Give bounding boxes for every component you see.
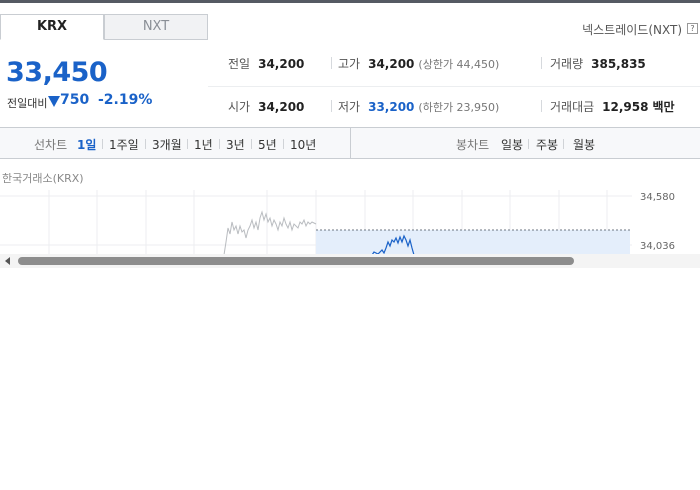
candle-chart-label: 봉차트	[456, 138, 490, 152]
stat-value: 33,200	[368, 100, 415, 114]
scroll-left-icon[interactable]	[5, 257, 10, 265]
stat-high: 고가 34,200 (상한가 44,450)	[338, 55, 499, 72]
nxt-link[interactable]: 넥스트레이드(NXT)	[582, 21, 682, 38]
stat-sub: (하한가 23,950)	[418, 101, 500, 114]
exchange-label: 한국거래소(KRX)	[2, 172, 84, 185]
stat-separator	[541, 100, 542, 112]
stat-value: 12,958	[602, 100, 649, 114]
period-1d[interactable]: 1일	[77, 136, 96, 153]
stat-value: 385,835	[591, 57, 646, 71]
period-separator	[219, 139, 220, 149]
period-separator	[251, 139, 252, 149]
stat-prev-close: 전일 34,200	[228, 55, 304, 72]
period-3m[interactable]: 3개월	[152, 136, 182, 153]
help-icon[interactable]: ?	[687, 23, 698, 34]
stat-label: 시가	[228, 100, 251, 114]
below-prev-close-fill	[316, 230, 630, 255]
stats-divider	[208, 86, 700, 87]
tab-krx[interactable]: KRX	[0, 14, 104, 40]
stat-label: 거래대금	[550, 100, 595, 114]
stat-label: 고가	[338, 57, 361, 71]
y-tick-label: 34,036	[640, 241, 675, 252]
period-separator	[528, 139, 529, 149]
candle-monthly[interactable]: 월봉	[573, 136, 595, 153]
period-bar: 선차트 1일 1주일 3개월 1년 3년 5년 10년 봉차트 일봉 주봉 월봉	[0, 127, 700, 159]
stat-unit: 백만	[652, 100, 675, 114]
stat-separator	[331, 100, 332, 112]
period-bar-divider	[350, 128, 351, 158]
period-3y[interactable]: 3년	[226, 136, 245, 153]
price-chart[interactable]: 34,580 34,036	[0, 190, 700, 255]
stat-value: 34,200	[258, 100, 305, 114]
stat-amount: 거래대금 12,958 백만	[550, 98, 675, 115]
chart-scrollbar-thumb[interactable]	[18, 257, 574, 265]
current-price: 33,450	[6, 57, 108, 88]
chart-svg: 34,580 34,036	[0, 190, 675, 255]
stat-volume: 거래량 385,835	[550, 55, 646, 72]
stat-open: 시가 34,200	[228, 98, 304, 115]
gray-series-line	[223, 210, 317, 255]
change-percent: -2.19%	[98, 92, 153, 108]
y-tick-label: 34,580	[640, 192, 675, 203]
period-separator	[145, 139, 146, 149]
period-10y[interactable]: 10년	[290, 136, 316, 153]
change-label: 전일대비	[7, 97, 48, 110]
top-border	[0, 0, 700, 3]
stat-label: 저가	[338, 100, 361, 114]
line-chart-label: 선차트	[34, 138, 68, 152]
stat-sub: (상한가 44,450)	[418, 58, 500, 71]
period-1w[interactable]: 1주일	[109, 136, 139, 153]
period-separator	[283, 139, 284, 149]
period-separator	[187, 139, 188, 149]
tab-nxt[interactable]: NXT	[104, 14, 208, 40]
stat-label: 거래량	[550, 57, 584, 71]
down-arrow-icon	[48, 96, 60, 107]
period-1y[interactable]: 1년	[194, 136, 213, 153]
period-5y[interactable]: 5년	[258, 136, 277, 153]
candle-daily[interactable]: 일봉	[501, 136, 523, 153]
period-separator	[563, 139, 564, 149]
stat-value: 34,200	[368, 57, 415, 71]
candle-weekly[interactable]: 주봉	[536, 136, 558, 153]
period-separator	[102, 139, 103, 149]
stat-separator	[331, 57, 332, 69]
stat-separator	[541, 57, 542, 69]
stat-low: 저가 33,200 (하한가 23,950)	[338, 98, 499, 115]
stat-value: 34,200	[258, 57, 305, 71]
stat-label: 전일	[228, 57, 251, 71]
change-value: 750	[60, 92, 90, 108]
